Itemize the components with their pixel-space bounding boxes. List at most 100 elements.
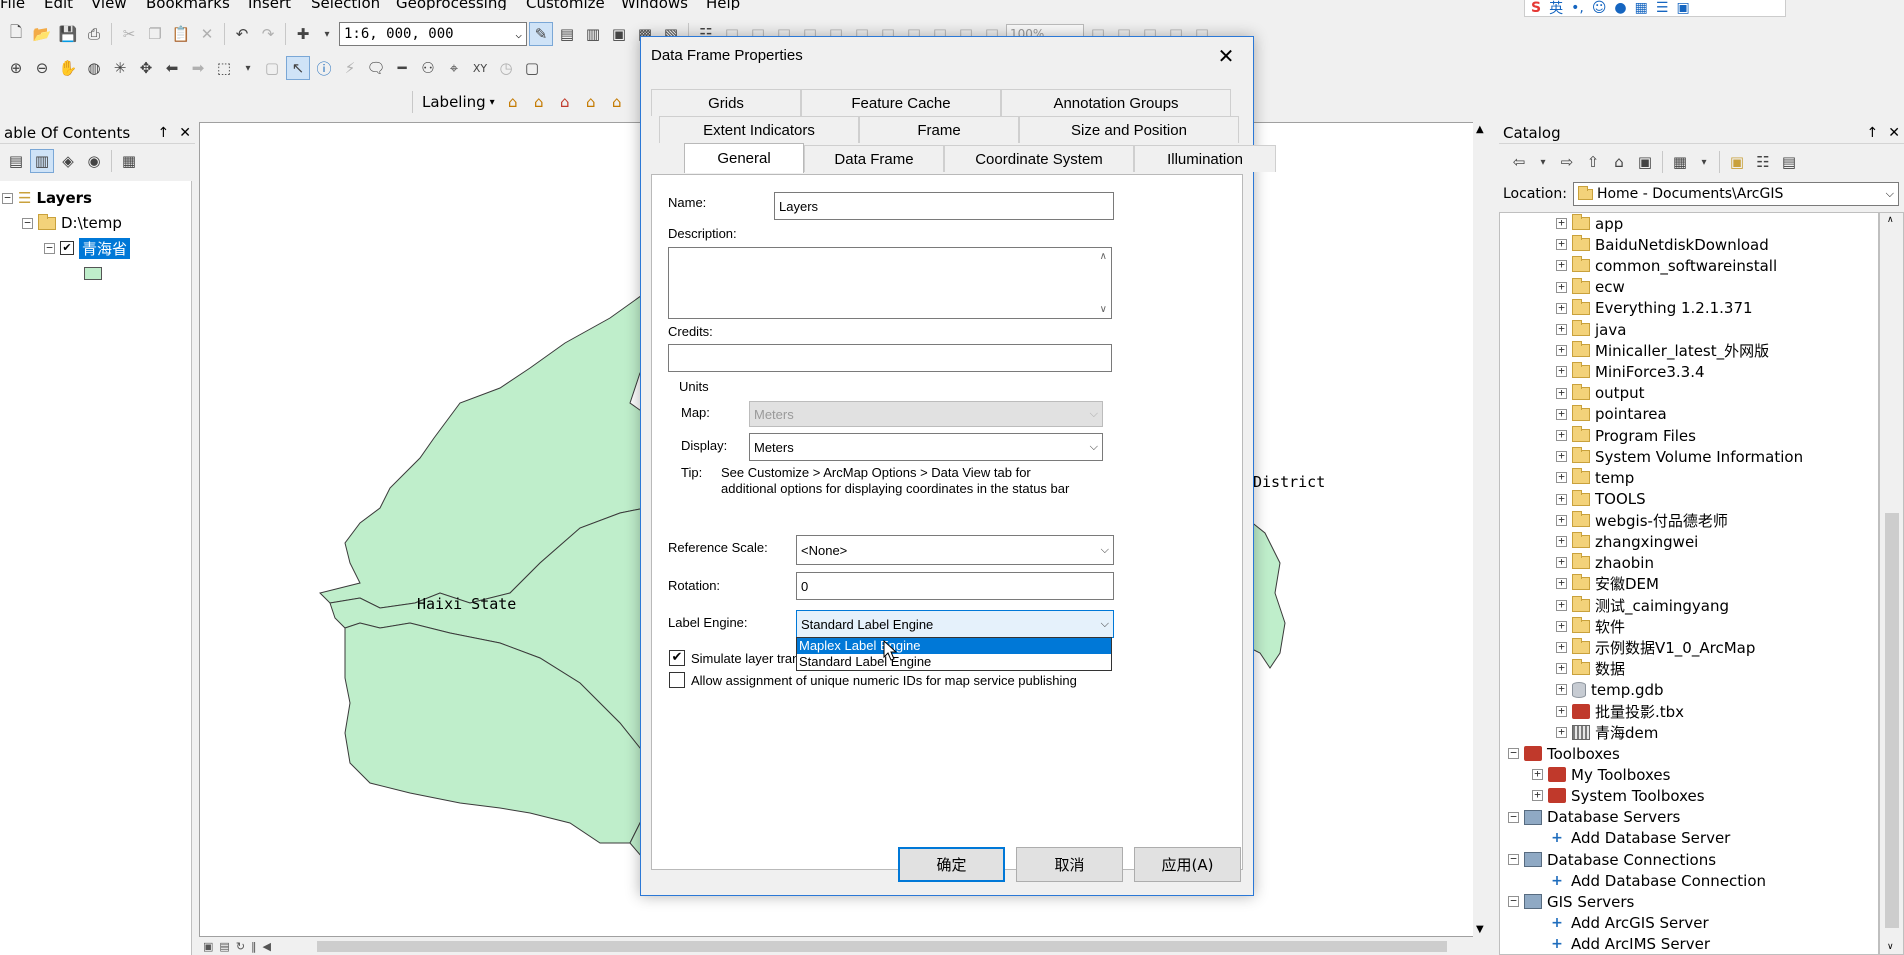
catalog-item[interactable]: + 软件 [1556, 616, 1625, 637]
scroll-up-icon[interactable]: ▲ [1476, 124, 1484, 135]
layer-visibility-checkbox[interactable]: ✔ [60, 241, 74, 255]
ime-mode[interactable]: 英 [1549, 0, 1563, 16]
collapse-icon[interactable]: − [1508, 811, 1519, 823]
scroll-up-icon[interactable]: ∧ [1887, 215, 1894, 225]
close-icon[interactable]: ✕ [1888, 125, 1900, 141]
catalog-item[interactable]: + Add Database Server [1532, 828, 1730, 849]
collapse-icon[interactable]: − [22, 217, 33, 229]
catalog-item[interactable]: + zhangxingwei [1556, 531, 1698, 552]
catalog-window-icon[interactable]: ▥ [581, 22, 605, 46]
chevron-down-icon[interactable]: ▾ [317, 22, 337, 46]
expand-icon[interactable]: + [1556, 535, 1567, 548]
tab-illumination[interactable]: Illumination [1134, 145, 1276, 172]
skin-icon[interactable]: ☰ [1656, 0, 1669, 16]
data-view-icon[interactable]: ▣ [203, 940, 213, 953]
html-popup-icon[interactable]: 🗨 [364, 56, 388, 80]
fixed-zoom-out-icon[interactable]: ✥ [134, 56, 158, 80]
expand-icon[interactable]: + [1556, 683, 1567, 696]
scroll-down-icon[interactable]: ∨ [1887, 942, 1894, 952]
catalog-item[interactable]: + zhaobin [1556, 552, 1654, 573]
tools-icon[interactable]: ▣ [1676, 0, 1689, 16]
add-data-icon[interactable]: ✚ [291, 22, 315, 46]
emoji-icon[interactable]: ☺ [1592, 0, 1607, 16]
tab-grids[interactable]: Grids [651, 89, 801, 116]
expand-icon[interactable]: + [1556, 429, 1567, 442]
expand-icon[interactable]: + [1556, 620, 1567, 632]
catalog-scrollbar[interactable]: ∧ ∨ [1879, 212, 1904, 955]
back-arrow-icon[interactable]: ⬅ [160, 56, 184, 80]
label-weight-icon[interactable]: ⌂ [553, 90, 577, 114]
expand-icon[interactable]: + [1556, 662, 1567, 675]
expand-icon[interactable]: + [1532, 768, 1543, 781]
catalog-item[interactable]: − Toolboxes [1508, 743, 1620, 764]
catalog-item[interactable]: + 数据 [1556, 658, 1625, 679]
back-arrow-icon[interactable]: ⇦ [1507, 150, 1531, 174]
menu-selection[interactable]: Selection [311, 0, 380, 10]
catalog-item[interactable]: + webgis-付品德老师 [1556, 510, 1728, 531]
time-slider-icon[interactable]: ◷ [494, 56, 518, 80]
expand-icon[interactable]: + [1556, 514, 1567, 526]
pause-labeling-icon[interactable]: ⌂ [605, 90, 629, 114]
collapse-icon[interactable]: − [1508, 747, 1519, 760]
catalog-item[interactable]: − Database Connections [1508, 849, 1716, 870]
toc-row-folder[interactable]: − D:\temp [22, 212, 122, 234]
catalog-item[interactable]: + Minicaller_latest_外网版 [1556, 340, 1769, 361]
ok-button[interactable]: 确定 [898, 847, 1005, 882]
save-icon[interactable]: 💾 [56, 22, 80, 46]
expand-icon[interactable]: + [1556, 493, 1567, 505]
reference-scale-combo[interactable]: <None> ⌵ [796, 535, 1114, 565]
menu-customize[interactable]: Customize [526, 0, 605, 10]
expand-icon[interactable]: + [1532, 789, 1543, 802]
catalog-item[interactable]: + 测试_caimingyang [1556, 595, 1729, 616]
chevron-down-icon[interactable]: ▾ [1533, 150, 1553, 174]
catalog-item[interactable]: + temp.gdb [1556, 679, 1664, 700]
catalog-item[interactable]: + 示例数据V1_0_ArcMap [1556, 637, 1755, 658]
catalog-item[interactable]: − GIS Servers [1508, 891, 1634, 912]
zoom-out-icon[interactable]: ⊖ [30, 56, 54, 80]
tab-coordinate-system[interactable]: Coordinate System [944, 145, 1134, 172]
tab-feature-cache[interactable]: Feature Cache [801, 89, 1001, 116]
new-icon[interactable]: 🗋 [4, 22, 28, 46]
select-features-icon[interactable]: ⬚ [212, 56, 236, 80]
list-by-visibility-icon[interactable]: ◈ [56, 149, 80, 173]
expand-icon[interactable]: + [1556, 577, 1567, 590]
sogou-logo-icon[interactable]: S [1531, 0, 1541, 16]
catalog-item[interactable]: + TOOLS [1556, 489, 1646, 510]
expand-icon[interactable]: + [1556, 259, 1567, 272]
full-extent-icon[interactable]: ◍ [82, 56, 106, 80]
catalog-item[interactable]: + Program Files [1556, 425, 1696, 446]
catalog-item[interactable]: − Database Servers [1508, 807, 1680, 828]
expand-icon[interactable]: + [1556, 387, 1567, 399]
expand-icon[interactable]: + [1556, 323, 1567, 336]
chevron-down-icon[interactable]: ▾ [1694, 150, 1714, 174]
delete-icon[interactable]: ✕ [195, 22, 219, 46]
measure-icon[interactable]: ━ [390, 56, 414, 80]
expand-icon[interactable]: + [1556, 365, 1567, 378]
editor-toolbar-icon[interactable]: ✎ [529, 22, 553, 46]
catalog-item[interactable]: + ecw [1556, 277, 1625, 298]
forward-arrow-icon[interactable]: ➡ [186, 56, 210, 80]
cancel-button[interactable]: 取消 [1016, 847, 1123, 882]
toc-row-symbol[interactable] [84, 262, 102, 284]
label-engine-option-standard[interactable]: Standard Label Engine [797, 654, 1111, 670]
catalog-item[interactable]: + pointarea [1556, 404, 1667, 425]
expand-icon[interactable]: + [1556, 705, 1567, 717]
scroll-down-icon[interactable]: ∨ [1100, 304, 1107, 315]
menu-insert[interactable]: Insert [248, 0, 291, 10]
hyperlink-icon[interactable]: ⚡ [338, 56, 362, 80]
pin-icon[interactable]: ↑ [158, 125, 170, 141]
expand-icon[interactable]: + [1556, 599, 1567, 611]
location-combo[interactable]: Home - Documents\ArcGIS ⌵ [1572, 182, 1899, 206]
scroll-left-icon[interactable]: ◀ [263, 940, 271, 953]
map-horizontal-scrollbar[interactable] [317, 941, 1447, 952]
tab-annotation-groups[interactable]: Annotation Groups [1001, 89, 1231, 116]
pin-icon[interactable]: ↑ [1867, 125, 1879, 141]
table-of-contents-icon[interactable]: ▤ [555, 22, 579, 46]
expand-icon[interactable]: + [1556, 450, 1567, 463]
catalog-item[interactable]: + output [1556, 383, 1644, 404]
close-icon[interactable]: ✕ [1209, 41, 1243, 71]
catalog-item[interactable]: + 安徽DEM [1556, 573, 1659, 594]
pause-drawing-icon[interactable]: ‖ [251, 940, 257, 953]
select-elements-icon[interactable]: ↖ [286, 56, 310, 80]
go-to-xy-icon[interactable]: XY [468, 56, 492, 80]
